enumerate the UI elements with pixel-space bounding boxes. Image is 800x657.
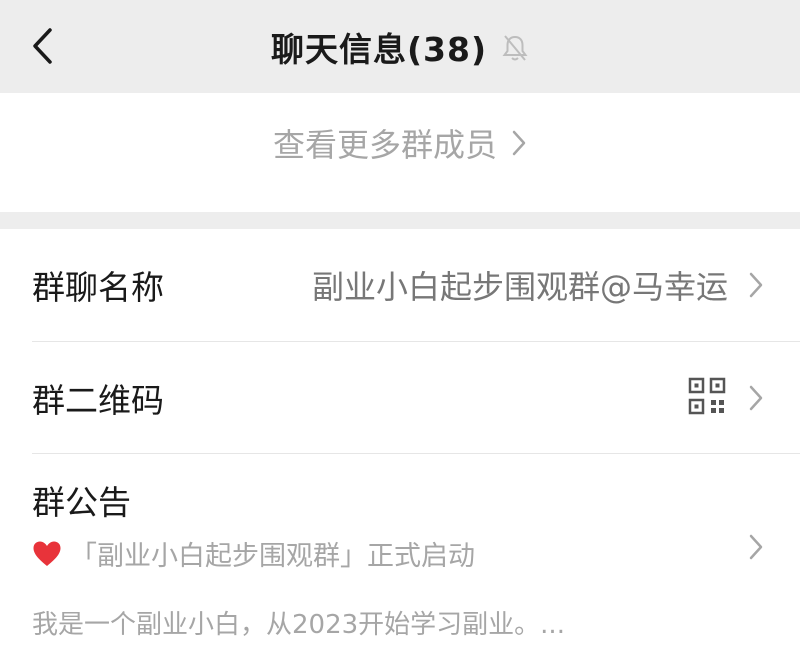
view-more-members-label: 查看更多群成员 (272, 126, 497, 164)
group-qr-code-row[interactable]: 群二维码 (0, 342, 800, 453)
view-more-members-link[interactable]: 查看更多群成员 (0, 113, 800, 173)
announcement-headline-text: 「副业小白起步围观群」正式启动 (70, 541, 475, 572)
settings-list: 群聊名称 副业小白起步围观群@马幸运 群二维码 群公告 「副业小白起步围观群」正… (0, 229, 800, 657)
group-announcement-label: 群公告 (32, 483, 131, 522)
section-gap (0, 212, 800, 229)
qr-code-icon (688, 377, 726, 419)
announcement-headline: 「副业小白起步围观群」正式启动 (32, 534, 475, 573)
title-group: 聊天信息(38) (0, 0, 800, 93)
group-name-row[interactable]: 群聊名称 副业小白起步围观群@马幸运 (0, 229, 800, 341)
announcement-preview: 我是一个副业小白，从2023开始学习副业。... (32, 610, 565, 640)
chevron-right-icon (746, 532, 766, 562)
members-section: 查看更多群成员 (0, 93, 800, 212)
group-qr-code-label: 群二维码 (32, 380, 164, 420)
group-name-value: 副业小白起步围观群@马幸运 (311, 268, 728, 306)
chevron-right-icon (746, 383, 766, 413)
chevron-right-icon (512, 130, 526, 156)
top-bar: 聊天信息(38) (0, 0, 800, 93)
bell-off-icon (501, 33, 529, 63)
page-title: 聊天信息(38) (270, 29, 488, 69)
chevron-right-icon (746, 270, 766, 300)
heart-icon (32, 540, 62, 568)
group-name-label: 群聊名称 (32, 268, 164, 307)
